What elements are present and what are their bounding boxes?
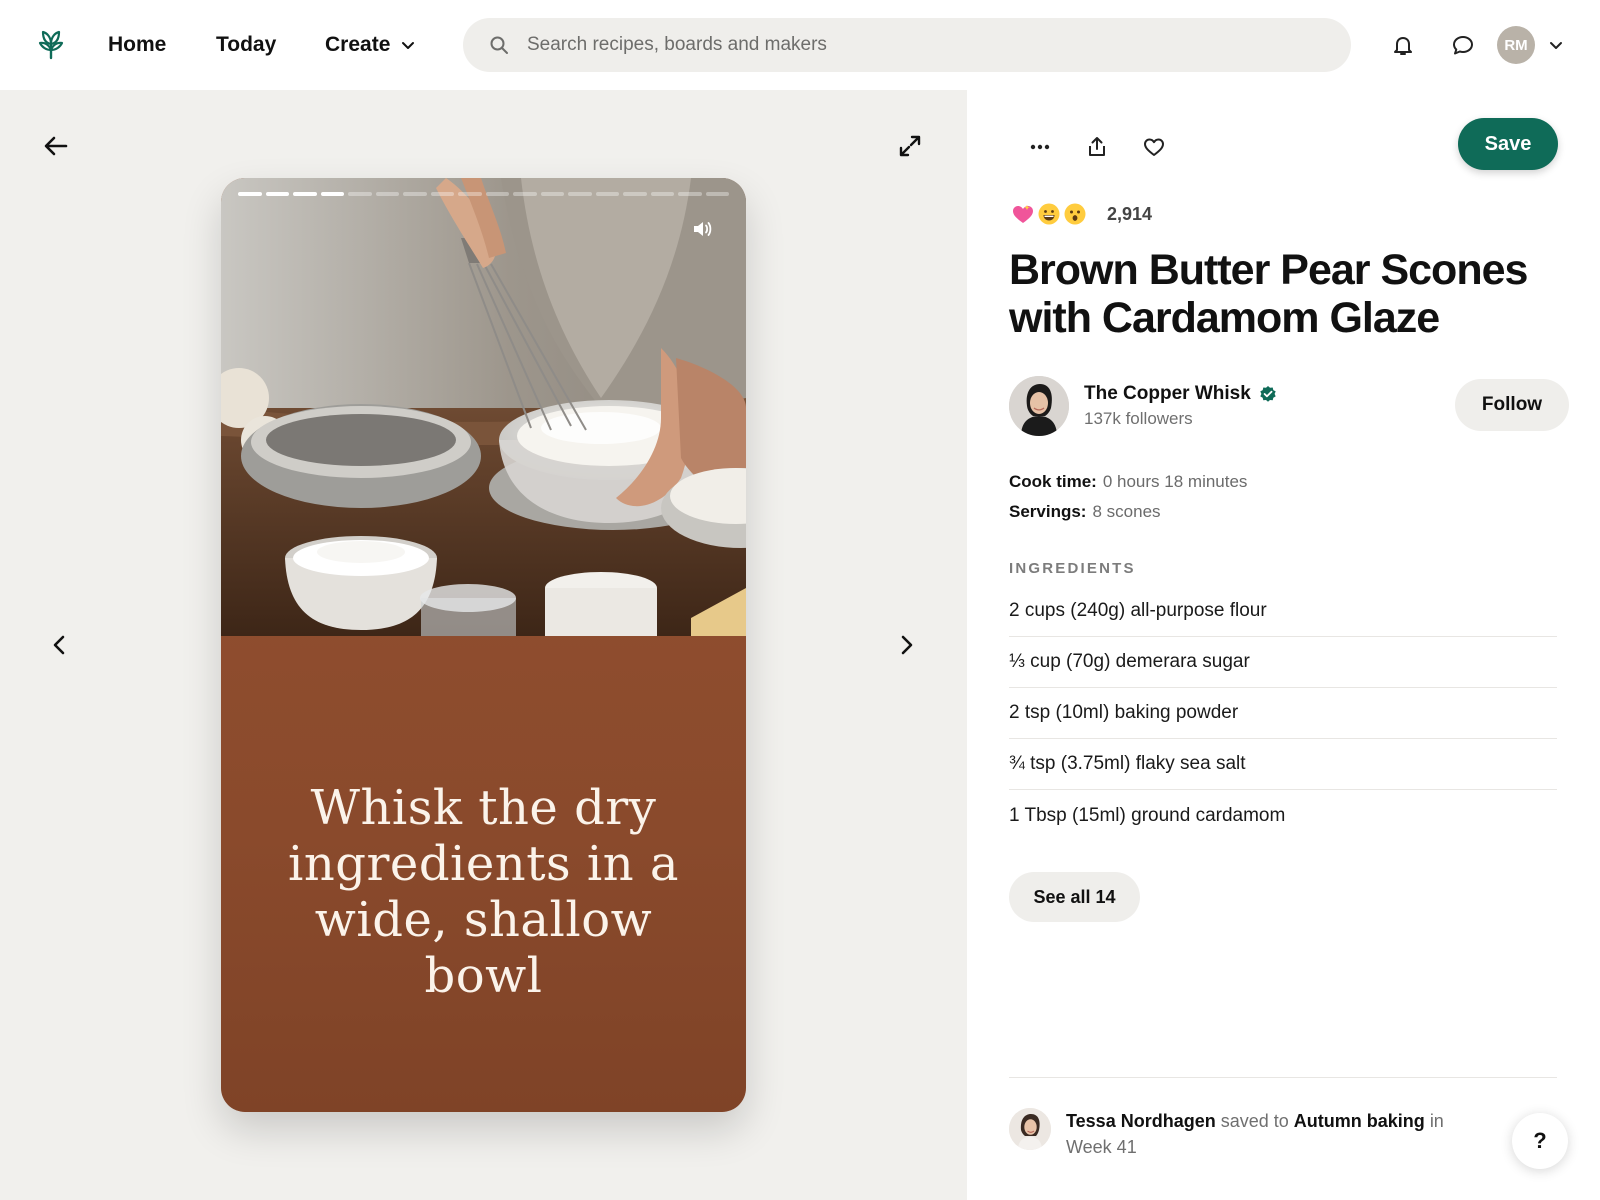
story-progress-segment — [348, 192, 372, 196]
search-bar[interactable] — [463, 18, 1351, 72]
story-progress-segment — [623, 192, 647, 196]
mixing-bowl-photo — [221, 178, 746, 636]
ingredients-heading: INGREDIENTS — [1009, 560, 1136, 577]
story-progress-segment — [678, 192, 702, 196]
cook-time: Cook time: 0 hours 18 minutes — [1009, 472, 1247, 492]
story-progress-segment — [485, 192, 509, 196]
reactions-summary[interactable]: 2,914 — [1011, 202, 1152, 226]
speaker-volume-icon[interactable] — [691, 218, 717, 244]
nav-home-link[interactable]: Home — [108, 30, 166, 60]
activity-user-name[interactable]: Tessa Nordhagen — [1066, 1111, 1216, 1131]
activity-text: Tessa Nordhagen saved to Autumn baking i… — [1066, 1108, 1466, 1160]
story-viewer-pane: Whisk the dry ingredients in a wide, sha… — [0, 90, 967, 1200]
account-chevron-down-icon[interactable] — [1548, 37, 1564, 53]
save-button[interactable]: Save — [1458, 118, 1558, 170]
share-icon[interactable] — [1080, 130, 1114, 164]
creator-name-link[interactable]: The Copper Whisk — [1084, 383, 1277, 405]
activity-saved-to: saved to — [1220, 1111, 1289, 1131]
creator-name: The Copper Whisk — [1084, 383, 1251, 404]
heart-icon[interactable] — [1137, 130, 1171, 164]
creator-row: The Copper Whisk 137k followers Follow — [1009, 376, 1569, 438]
story-card[interactable]: Whisk the dry ingredients in a wide, sha… — [221, 178, 746, 1112]
help-button[interactable]: ? — [1512, 1113, 1568, 1169]
activity-board-name[interactable]: Autumn baking — [1294, 1111, 1425, 1131]
follow-button[interactable]: Follow — [1455, 379, 1569, 431]
story-progress-segment — [650, 192, 674, 196]
ingredients-list: 2 cups (240g) all-purpose flour ⅓ cup (7… — [1009, 586, 1557, 841]
activity-in: in — [1429, 1111, 1444, 1131]
back-arrow-icon[interactable] — [36, 126, 76, 166]
activity-section-name[interactable]: Week 41 — [1066, 1137, 1137, 1157]
top-navigation-bar: Home Today Create RM — [0, 0, 1600, 90]
cook-time-label: Cook time: — [1009, 472, 1097, 491]
cook-time-value: 0 hours 18 minutes — [1102, 472, 1248, 491]
ingredient-item: ⅓ cup (70g) demerara sugar — [1009, 637, 1557, 688]
verified-badge-icon — [1260, 386, 1276, 402]
story-progress-segment — [430, 192, 454, 196]
servings-value: 8 scones — [1092, 502, 1161, 521]
story-progress-segment — [705, 192, 729, 196]
see-all-ingredients-button[interactable]: See all 14 — [1009, 872, 1140, 922]
notifications-bell-icon[interactable] — [1388, 30, 1418, 60]
servings: Servings: 8 scones — [1009, 502, 1161, 522]
surprised-emoji-icon — [1063, 202, 1087, 226]
more-options-icon[interactable] — [1023, 130, 1057, 164]
search-icon — [490, 36, 508, 54]
story-progress-segment — [293, 192, 317, 196]
story-progress-segment — [320, 192, 344, 196]
story-progress-segment — [540, 192, 564, 196]
chevron-down-icon — [402, 42, 415, 49]
story-progress-segment — [265, 192, 289, 196]
creator-avatar[interactable] — [1009, 376, 1069, 436]
ingredient-item: 2 tsp (10ml) baking powder — [1009, 688, 1557, 739]
story-progress-segment — [458, 192, 482, 196]
recipe-title: Brown Butter Pear Scones with Cardamom G… — [1009, 246, 1528, 342]
story-progress-segment — [595, 192, 619, 196]
story-progress-segment — [375, 192, 399, 196]
grin-emoji-icon — [1037, 202, 1061, 226]
search-input[interactable] — [527, 34, 1287, 56]
story-progress-segment — [238, 192, 262, 196]
sprout-logo-icon[interactable] — [34, 28, 68, 62]
user-avatar[interactable]: RM — [1497, 26, 1535, 64]
story-progress-segment — [568, 192, 592, 196]
creator-followers: 137k followers — [1084, 409, 1193, 428]
messages-chat-icon[interactable] — [1448, 30, 1478, 60]
recipe-detail-pane: Save 2,914 Brown Butter Pear Scones with… — [967, 90, 1600, 1200]
previous-chevron-icon[interactable] — [40, 625, 80, 665]
reaction-count: 2,914 — [1107, 203, 1153, 224]
story-caption: Whisk the dry ingredients in a wide, sha… — [287, 780, 680, 1004]
saved-activity: Tessa Nordhagen saved to Autumn baking i… — [1009, 1077, 1557, 1160]
servings-label: Servings: — [1009, 502, 1087, 521]
activity-user-avatar[interactable] — [1009, 1108, 1051, 1150]
next-chevron-icon[interactable] — [886, 625, 926, 665]
story-progress-segment — [403, 192, 427, 196]
ingredient-item: ¾ tsp (3.75ml) flaky sea salt — [1009, 739, 1557, 790]
ingredient-item: 1 Tbsp (15ml) ground cardamom — [1009, 804, 1286, 826]
ingredient-item: 2 cups (240g) all-purpose flour — [1009, 586, 1557, 637]
story-progress-bar — [238, 192, 729, 196]
heart-emoji-icon — [1011, 202, 1035, 226]
nav-create-label: Create — [325, 33, 391, 56]
nav-create-menu[interactable]: Create — [325, 30, 416, 60]
expand-icon[interactable] — [890, 126, 930, 166]
story-progress-segment — [513, 192, 537, 196]
nav-today-link[interactable]: Today — [216, 30, 276, 60]
